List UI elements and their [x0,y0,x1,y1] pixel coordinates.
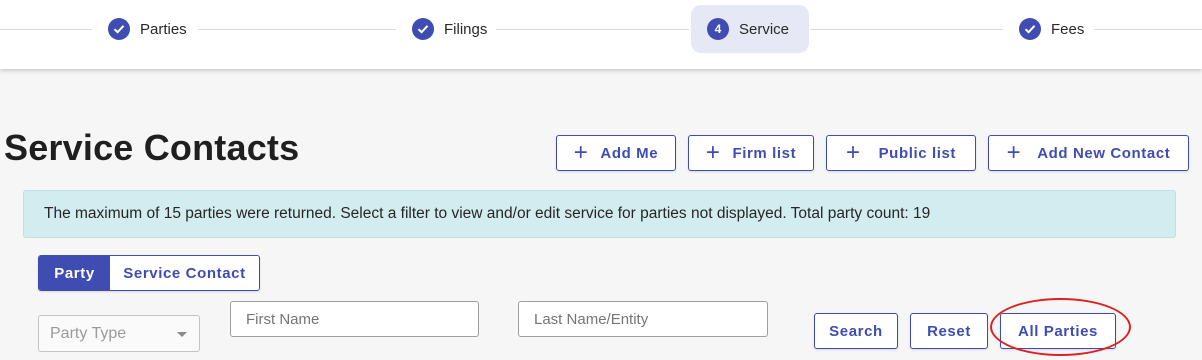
step-fees[interactable]: Fees [1003,5,1100,53]
first-name-field[interactable]: First Name [230,301,479,337]
step-label: Fees [1051,20,1085,38]
select-placeholder: Party Type [50,324,127,342]
progress-stepper: Parties Filings 4 Service Fees [0,0,1202,69]
field-placeholder: Last Name/Entity [534,310,649,328]
step-label: Filings [444,20,488,38]
chevron-down-icon [177,332,187,337]
stepper-connector [0,29,92,30]
check-icon [412,18,434,40]
plus-icon: + [705,139,721,166]
step-filings[interactable]: Filings [396,5,503,53]
button-label: Search [829,322,883,340]
check-icon [1019,18,1041,40]
step-label: Parties [140,20,187,38]
step-service[interactable]: 4 Service [691,5,809,53]
step-label: Service [739,20,790,38]
button-label: Add New Contact [1037,144,1171,162]
view-toggle: Party Service Contact [38,255,260,291]
firm-list-button[interactable]: + Firm list [688,135,814,171]
stepper-connector [1094,29,1202,30]
button-label: Public list [878,144,957,162]
party-type-select[interactable]: Party Type [38,315,200,352]
last-name-field[interactable]: Last Name/Entity [518,301,768,337]
plus-icon: + [1006,139,1022,166]
plus-icon: + [573,139,589,166]
toggle-party[interactable]: Party [39,256,110,290]
reset-button[interactable]: Reset [910,313,988,349]
plus-icon: + [845,139,861,166]
all-parties-button[interactable]: All Parties [1000,313,1116,349]
add-new-contact-button[interactable]: + Add New Contact [988,135,1189,171]
step-number: 4 [707,18,729,40]
check-icon [108,18,130,40]
step-parties[interactable]: Parties [92,5,203,53]
stepper-connector [810,29,1003,30]
stepper-connector [496,29,689,30]
add-me-button[interactable]: + Add Me [556,135,676,171]
alert-message: The maximum of 15 parties were returned.… [44,205,931,222]
button-label: All Parties [1018,322,1098,340]
button-label: Firm list [732,144,797,162]
search-button[interactable]: Search [814,313,898,349]
button-label: Add Me [600,144,659,162]
info-alert: The maximum of 15 parties were returned.… [23,190,1176,238]
toggle-service-contact[interactable]: Service Contact [110,256,259,290]
stepper-connector [198,29,396,30]
page-title: Service Contacts [4,127,300,168]
public-list-button[interactable]: + Public list [826,135,976,171]
field-placeholder: First Name [246,310,320,328]
button-label: Reset [927,322,971,340]
